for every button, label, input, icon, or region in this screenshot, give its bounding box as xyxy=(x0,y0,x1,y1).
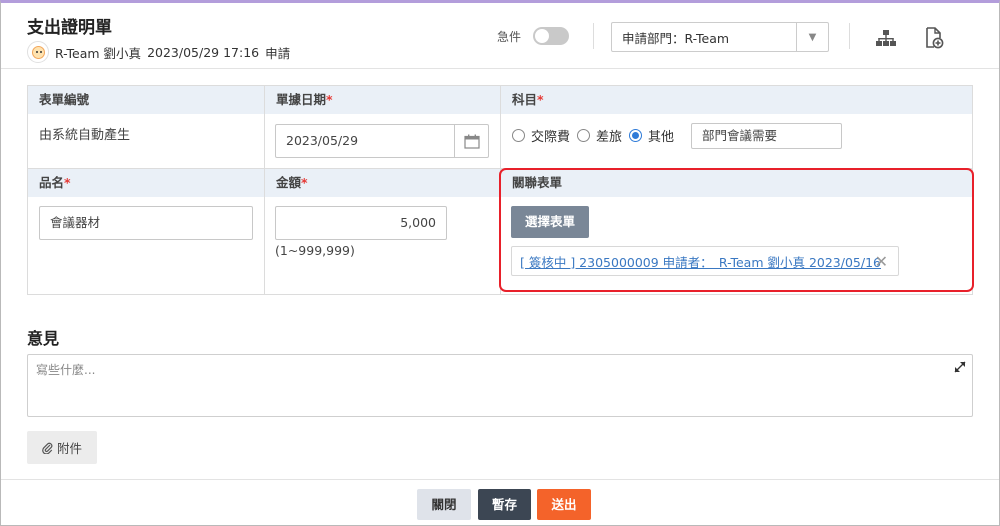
save-draft-button[interactable]: 暫存 xyxy=(478,489,531,520)
comments-title: 意見 xyxy=(27,329,60,348)
amount-label: 金額* xyxy=(265,169,500,197)
org-chart-icon[interactable] xyxy=(873,25,899,51)
select-form-button[interactable]: 選擇表單 xyxy=(511,206,589,238)
applicant-info: R-Team 劉小真 2023/05/29 17:16 申請 xyxy=(27,41,296,63)
related-form-link[interactable]: [ 簽核中 ] 2305000009 申請者： R-Team 劉小真 2023/… xyxy=(520,252,881,271)
comment-placeholder: 寫些什麼... xyxy=(36,363,96,377)
applicant-name: R-Team 劉小真 xyxy=(55,45,142,61)
expand-icon[interactable] xyxy=(954,361,966,373)
chevron-down-icon[interactable]: ▼ xyxy=(796,23,828,51)
paperclip-icon xyxy=(42,442,53,454)
date-label: 單據日期* xyxy=(265,86,500,114)
form-no-value: 由系統自動產生 xyxy=(39,128,131,143)
page-title: 支出證明單 xyxy=(27,18,112,38)
page-header: 支出證明單 R-Team 劉小真 2023/05/29 17:16 申請 急件 … xyxy=(1,3,999,69)
form-no-label: 表單編號 xyxy=(28,86,264,114)
date-field[interactable]: 2023/05/29 xyxy=(275,124,489,158)
divider xyxy=(593,23,594,49)
submit-button[interactable]: 送出 xyxy=(537,489,591,520)
subject-other-input[interactable]: 部門會議需要 xyxy=(691,123,842,149)
comment-textarea[interactable]: 寫些什麼... xyxy=(27,354,973,417)
close-icon[interactable]: ✕ xyxy=(875,252,888,271)
amount-input[interactable]: 5,000 xyxy=(275,206,447,240)
radio-entertainment[interactable]: 交際費 xyxy=(512,126,570,145)
urgent-label: 急件 xyxy=(497,29,522,44)
calendar-icon[interactable] xyxy=(454,125,488,157)
radio-travel[interactable]: 差旅 xyxy=(577,126,622,145)
subject-label: 科目* xyxy=(501,86,972,114)
attachment-button[interactable]: 附件 xyxy=(27,431,97,464)
add-document-icon[interactable] xyxy=(921,25,947,51)
close-button[interactable]: 關閉 xyxy=(417,489,471,520)
amount-hint: (1~999,999) xyxy=(275,243,355,258)
apply-action: 申請 xyxy=(265,45,291,61)
apply-datetime: 2023/05/29 17:16 xyxy=(147,44,260,60)
date-value: 2023/05/29 xyxy=(286,133,359,148)
radio-other[interactable]: 其他 xyxy=(629,126,674,145)
avatar xyxy=(27,41,49,63)
department-value: 申請部門：R-Team xyxy=(622,30,730,46)
urgent-toggle[interactable] xyxy=(533,27,570,45)
item-name-input[interactable]: 會議器材 xyxy=(39,206,253,240)
subject-radio-group: 交際費 差旅 其他 xyxy=(512,126,681,145)
item-label: 品名* xyxy=(28,169,264,197)
department-select[interactable]: 申請部門：R-Team ▼ xyxy=(611,22,829,52)
divider xyxy=(849,23,850,49)
related-form-item: [ 簽核中 ] 2305000009 申請者： R-Team 劉小真 2023/… xyxy=(511,246,899,276)
urgent-toggle-group: 急件 xyxy=(497,27,570,45)
